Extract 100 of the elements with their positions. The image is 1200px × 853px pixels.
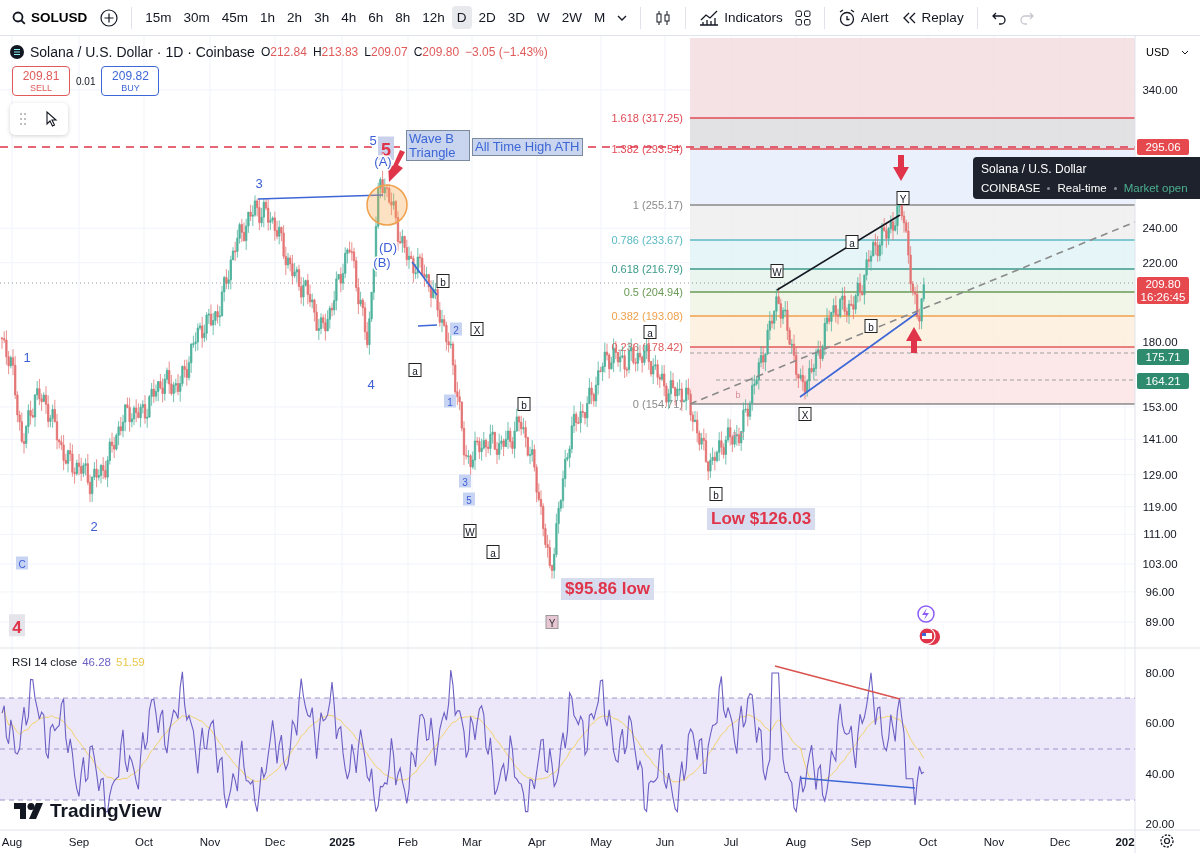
symbol-search[interactable]: SOLUSD (6, 6, 94, 29)
caret-icon (1181, 49, 1190, 55)
interval-tab[interactable]: 8h (390, 6, 416, 29)
arrow-icon (893, 155, 909, 181)
interval-tab[interactable]: 12h (417, 6, 450, 29)
price-tick: 240.00 (1142, 222, 1178, 235)
wave-label: b (864, 319, 878, 333)
rsi-tick: 40.00 (1145, 767, 1175, 780)
brand-name: TradingView (50, 800, 162, 822)
indicators-button[interactable]: Indicators (694, 5, 788, 30)
price-tick: 96.00 (1145, 585, 1175, 598)
rsi-value: 46.28 (82, 656, 111, 668)
exchange-name: COINBASE (981, 182, 1041, 194)
indicator-name: RSI 14 close (12, 656, 78, 668)
trend-line (417, 324, 438, 327)
interval-tab[interactable]: 3D (502, 6, 531, 29)
price-tick: 153.00 (1142, 400, 1178, 413)
wave-label: 2 (450, 322, 462, 336)
chart-note: All Time High ATH (472, 138, 583, 156)
price-change: −3.05 (−1.43%) (465, 45, 548, 59)
time-tick: Dec (264, 836, 286, 848)
indicators-icon (699, 9, 720, 26)
wave-label: 1 (444, 394, 456, 408)
wave-label: C (16, 556, 28, 570)
fib-level-label: 0.382 (193.08) (611, 310, 683, 322)
wave-label: b (517, 397, 531, 411)
interval-tab[interactable]: 1h (255, 6, 281, 29)
interval-tab[interactable]: 2W (556, 6, 588, 29)
trend-line (411, 261, 438, 296)
sell-button[interactable]: 209.81 SELL (12, 66, 70, 96)
time-tick: Feb (398, 836, 418, 848)
wave-label: 2 (90, 519, 98, 534)
time-tick: Nov (199, 836, 221, 848)
drag-handle-icon[interactable] (20, 113, 26, 125)
arrow-icon (906, 327, 922, 353)
plus-icon (100, 8, 119, 27)
price-tick: 119.00 (1142, 500, 1178, 513)
search-icon (12, 10, 26, 25)
fib-level-label: 0.786 (233.67) (611, 234, 683, 246)
time-tick: Mar (462, 836, 482, 848)
fib-level-label: 1 (255.17) (632, 199, 683, 211)
chart-note: Wave B Triangle (406, 130, 470, 162)
wave-label: 5 (369, 133, 377, 148)
price-tick: 180.00 (1142, 336, 1178, 349)
time-tick: Jun (655, 836, 675, 848)
time-tick: Jul (723, 836, 739, 848)
wave-label: 3 (255, 176, 263, 191)
settings-icon[interactable] (1160, 834, 1174, 848)
interval-tab[interactable]: 4h (336, 6, 362, 29)
cursor-icon[interactable] (46, 111, 58, 127)
interval-tab[interactable]: W (532, 6, 555, 29)
wave-label: a (486, 545, 500, 559)
ohlc-value: L209.07 (364, 45, 408, 59)
fib-level-label: 0.5 (204.94) (623, 286, 683, 298)
candles-icon (654, 8, 673, 27)
time-tick: 202 (1115, 836, 1135, 848)
rsi-tick: 20.00 (1145, 818, 1175, 831)
ohlc-value: C209.80 (413, 45, 460, 59)
interval-tab[interactable]: 45m (216, 6, 254, 29)
alert-button[interactable]: Alert (832, 4, 894, 31)
ohlc-value: O212.84 (260, 45, 307, 59)
time-tick: Aug (785, 836, 807, 848)
wave-label: X (470, 322, 484, 336)
price-badge: 295.06 (1137, 139, 1189, 155)
tooltip-title: Solana / U.S. Dollar (981, 162, 1088, 176)
rsi-tick: 80.00 (1145, 667, 1175, 679)
coin-icon (10, 45, 24, 59)
interval-tab[interactable]: M (589, 6, 611, 29)
interval-tab[interactable]: 6h (363, 6, 389, 29)
interval-tab[interactable]: 3h (309, 6, 335, 29)
price-tick: 129.00 (1142, 468, 1178, 481)
time-tick: Apr (528, 836, 546, 848)
time-tick: Sep (850, 836, 872, 848)
fib-level-label: 1.382 (293.54) (611, 143, 683, 155)
rsi-average-value: 51.59 (116, 656, 145, 668)
wave-label: a c (732, 429, 744, 439)
time-tick: Oct (919, 836, 937, 848)
wave-label: 4 (9, 614, 25, 637)
price-tick: 340.00 (1142, 83, 1178, 96)
interval-tab[interactable]: 30m (178, 6, 215, 29)
price-tick: 103.00 (1142, 558, 1178, 570)
fib-level-label: 0.618 (216.79) (611, 263, 683, 275)
price-tick: 89.00 (1145, 616, 1175, 628)
time-tick: May (590, 836, 612, 848)
price-badge: 175.71 (1137, 349, 1189, 365)
interval-tab[interactable]: D (451, 6, 472, 29)
interval-tab[interactable]: 15m (140, 6, 177, 29)
brand-logo-icon (14, 803, 44, 819)
wave-label: 5 (463, 492, 475, 506)
interval-tab[interactable]: 2h (282, 6, 308, 29)
wave-label: 4 (367, 377, 375, 392)
replay-button[interactable]: Replay (895, 6, 969, 29)
time-tick: Dec (1049, 836, 1071, 848)
interval-tab[interactable]: 2D (473, 6, 501, 29)
buy-button[interactable]: 209.82 BUY (101, 66, 160, 96)
market-status: Market open (1123, 182, 1188, 194)
wave-label: W (770, 264, 784, 278)
price-label: Low $126.03 (707, 508, 816, 530)
flag-icon (918, 627, 940, 645)
price-badge: 164.21 (1137, 373, 1189, 389)
